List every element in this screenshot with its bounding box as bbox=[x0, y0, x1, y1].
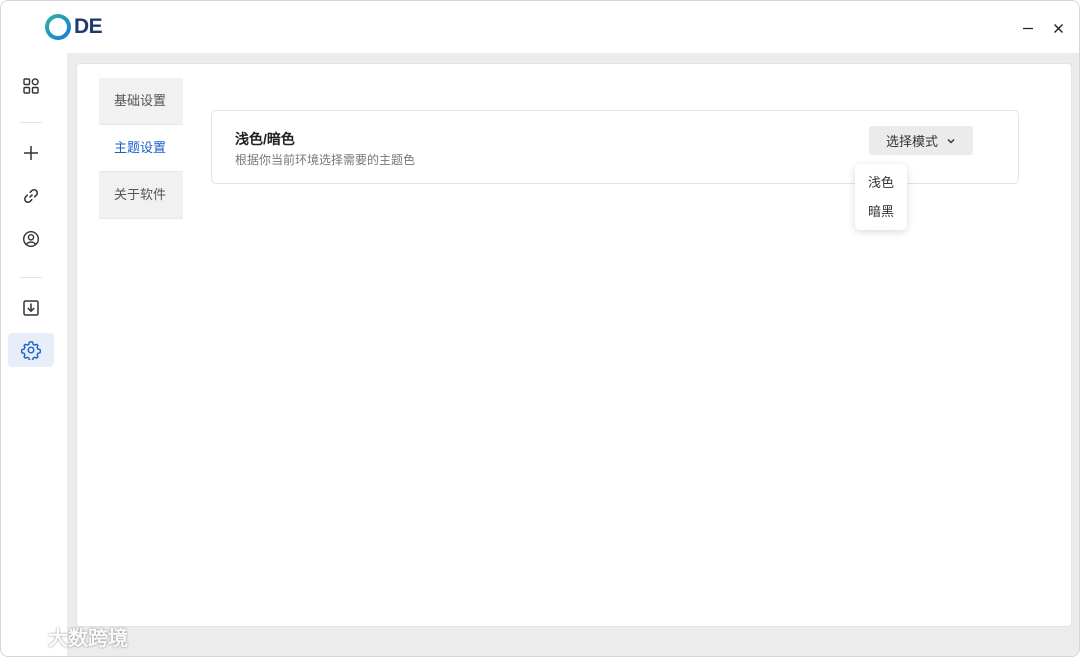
sidebar-item-link[interactable] bbox=[8, 179, 54, 213]
dropdown-option-light[interactable]: 浅色 bbox=[855, 168, 907, 197]
title-bar: DE bbox=[1, 1, 1079, 53]
close-button[interactable] bbox=[1047, 17, 1069, 39]
gear-icon bbox=[21, 341, 41, 360]
sidebar-divider bbox=[20, 122, 42, 123]
plus-icon bbox=[24, 146, 38, 160]
user-circle-icon bbox=[22, 230, 40, 248]
app-logo: DE bbox=[45, 14, 103, 40]
minimize-icon bbox=[1023, 27, 1033, 30]
mode-dropdown-menu: 浅色 暗黑 bbox=[855, 164, 907, 230]
watermark-logo-icon bbox=[10, 626, 44, 649]
theme-setting-title: 浅色/暗色 bbox=[235, 131, 295, 147]
mode-select-button[interactable]: 选择模式 bbox=[869, 126, 973, 155]
minimize-button[interactable] bbox=[1017, 17, 1039, 39]
chevron-down-icon bbox=[946, 136, 956, 146]
watermark-text: 大数跨境 bbox=[48, 628, 128, 650]
left-sidebar bbox=[1, 53, 67, 656]
tab-about[interactable]: 关于软件 bbox=[99, 172, 183, 219]
tab-basic-settings[interactable]: 基础设置 bbox=[99, 78, 183, 125]
sidebar-item-account[interactable] bbox=[8, 222, 54, 256]
grid-icon bbox=[23, 78, 39, 94]
sidebar-divider bbox=[20, 277, 42, 278]
download-icon bbox=[23, 300, 39, 316]
theme-setting-description: 根据你当前环境选择需要的主题色 bbox=[235, 153, 416, 167]
close-icon bbox=[1053, 23, 1063, 33]
tab-theme-settings[interactable]: 主题设置 bbox=[99, 125, 183, 172]
logo-ring-icon bbox=[45, 14, 71, 40]
sidebar-item-add[interactable] bbox=[8, 136, 54, 170]
sidebar-item-apps[interactable] bbox=[8, 69, 54, 103]
watermark: 大数跨境 bbox=[8, 622, 128, 651]
link-icon bbox=[24, 189, 38, 203]
logo-text: DE bbox=[74, 15, 103, 38]
settings-tabs: 基础设置 主题设置 关于软件 bbox=[99, 78, 183, 219]
dropdown-option-dark[interactable]: 暗黑 bbox=[855, 197, 907, 226]
sidebar-item-download[interactable] bbox=[8, 291, 54, 325]
sidebar-item-settings[interactable] bbox=[8, 333, 54, 367]
mode-select-label: 选择模式 bbox=[885, 134, 938, 149]
